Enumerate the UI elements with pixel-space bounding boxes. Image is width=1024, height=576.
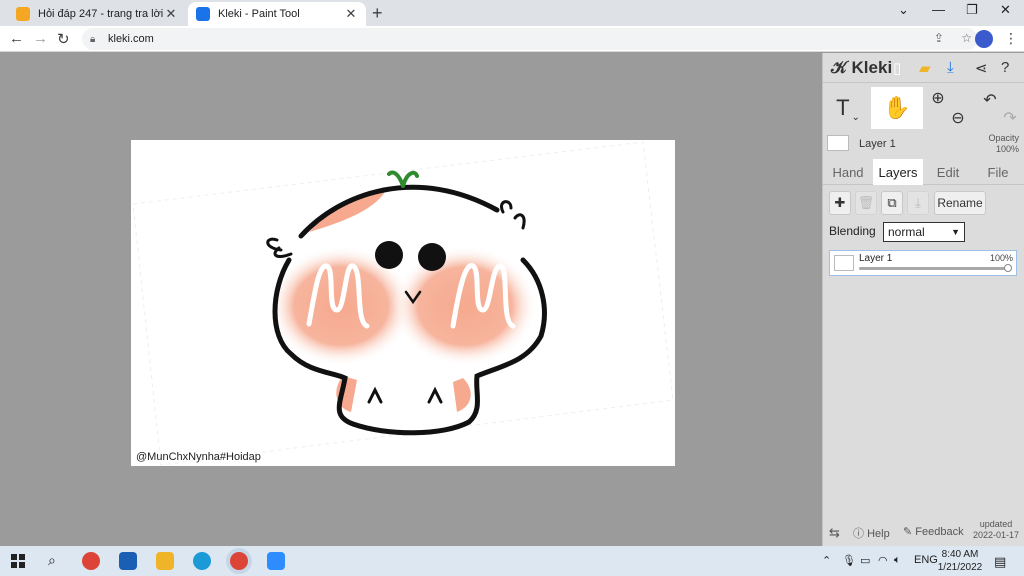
tab-search-chevron-icon[interactable]: ⌄ <box>898 2 909 18</box>
close-tab-icon[interactable]: ✕ <box>344 6 358 22</box>
merge-down-button[interactable]: ⤓ <box>907 191 929 215</box>
store-icon[interactable] <box>119 552 137 570</box>
updated-info: updated 2022-01-17 <box>973 519 1020 540</box>
notifications-icon[interactable]: ▤ <box>994 554 1006 570</box>
feedback-icon: ✎ <box>903 526 913 538</box>
wifi-icon[interactable]: ◠ <box>878 554 888 567</box>
layer-list-item[interactable]: Layer 1 100% <box>829 250 1017 276</box>
close-tab-icon[interactable]: ✕ <box>164 6 178 22</box>
new-tab-button[interactable]: + <box>372 3 383 24</box>
tool-row: T ⌄ ✋ ⊕ ⊖ ↶ ↷ <box>823 87 1024 129</box>
restore-icon[interactable]: ❐ <box>966 2 978 18</box>
kleki-panel: 𝒦 Kleki ▯ ▰ ⤓ ⋖ ? T ⌄ ✋ ⊕ ⊖ ↶ ↷ Layer 1 O… <box>822 53 1024 546</box>
file-explorer-icon[interactable] <box>156 552 174 570</box>
profile-avatar[interactable] <box>975 30 993 48</box>
share-icon[interactable]: ⇪ <box>934 31 944 45</box>
kleki-logo: 𝒦 Kleki <box>831 58 892 78</box>
blending-label: Blending <box>829 224 876 238</box>
help-icon[interactable]: ? <box>1001 59 1009 76</box>
open-folder-icon[interactable]: ▰ <box>919 59 931 77</box>
text-tool-icon[interactable]: T ⌄ <box>825 87 871 129</box>
blending-value: normal <box>888 225 925 239</box>
tab-title: Kleki - Paint Tool <box>218 8 300 20</box>
brand-name: Kleki <box>851 58 893 77</box>
undo-icon[interactable]: ↶ <box>979 79 1001 121</box>
share-icon[interactable]: ⋖ <box>975 59 988 77</box>
zoom-app-icon[interactable] <box>267 552 285 570</box>
layer-opacity-slider[interactable] <box>859 267 1008 270</box>
url-text: kleki.com <box>108 33 154 45</box>
microphone-icon[interactable]: 🎙︎ <box>842 554 856 567</box>
zoom-in-icon[interactable]: ⊕ <box>927 77 949 119</box>
browser-menu-icon[interactable]: ⋮ <box>1004 30 1018 47</box>
help-circle-icon: ⓘ <box>853 528 864 540</box>
hand-tool-icon[interactable]: ✋ <box>871 87 923 129</box>
clock[interactable]: 8:40 AM 1/21/2022 <box>932 548 988 574</box>
lock-icon: 🔒︎ <box>90 33 96 45</box>
duplicate-layer-button[interactable]: ⧉ <box>881 191 903 215</box>
opacity-label: Opacity <box>988 133 1019 143</box>
download-icon[interactable]: ⤓ <box>947 59 954 76</box>
opacity-value: 100% <box>995 144 1019 154</box>
tab-edit[interactable]: Edit <box>923 159 973 185</box>
drawing-artwork <box>132 141 674 466</box>
edge-icon[interactable] <box>193 552 211 570</box>
new-image-icon[interactable]: ▯ <box>893 59 901 77</box>
layer-thumbnail <box>834 255 854 271</box>
tray-chevron-icon[interactable]: ⌃ <box>822 554 831 567</box>
current-layer-info: Layer 1 Opacity 100% <box>823 131 1024 157</box>
chevron-down-icon: ▼ <box>951 227 960 237</box>
volume-icon[interactable]: 🔈︎ <box>894 554 901 567</box>
clock-time: 8:40 AM <box>941 549 979 560</box>
hoidap-favicon-icon <box>16 7 30 21</box>
battery-icon[interactable]: ▭ <box>860 554 870 567</box>
browser-toolbar: ← → ↻ 🔒︎ kleki.com ⇪ ☆ ⋮ <box>0 26 1024 52</box>
kleki-logo-icon: 𝒦 <box>831 58 847 77</box>
add-layer-button[interactable]: ✚ <box>829 191 851 215</box>
watermark-text: @MunChxNynha#Hoidap <box>136 451 261 463</box>
chrome-active-icon[interactable] <box>230 552 248 570</box>
tab-layers[interactable]: Layers <box>873 159 923 185</box>
rename-button[interactable]: Rename <box>934 191 986 215</box>
bookmark-star-icon[interactable]: ☆ <box>961 31 972 45</box>
forward-icon[interactable]: → <box>33 30 48 47</box>
drawing-canvas[interactable]: @MunChxNynha#Hoidap <box>131 140 675 466</box>
tab-file[interactable]: File <box>973 159 1023 185</box>
layer-name: Layer 1 <box>859 253 893 264</box>
tab-hand[interactable]: Hand <box>823 159 873 185</box>
blending-select[interactable]: normal ▼ <box>883 222 965 242</box>
tab-hoidap[interactable]: Hỏi đáp 247 - trang tra lời ✕ <box>8 2 186 26</box>
panel-footer: ⇆ ⓘ Help ✎ Feedback updated 2022-01-17 <box>823 519 1024 545</box>
kleki-favicon-icon <box>196 7 210 21</box>
close-window-icon[interactable]: ✕ <box>1000 2 1011 18</box>
swap-icon[interactable]: ⇆ <box>829 525 840 541</box>
tab-title: Hỏi đáp 247 - trang tra lời <box>38 8 164 20</box>
clock-date: 1/21/2022 <box>937 562 983 573</box>
windows-start-icon[interactable] <box>11 554 25 568</box>
chrome-icon[interactable] <box>82 552 100 570</box>
address-bar[interactable]: 🔒︎ kleki.com ⇪ ☆ <box>82 28 978 50</box>
layer-opacity-handle[interactable] <box>1004 264 1012 272</box>
layer-opacity-text: 100% <box>989 253 1013 263</box>
reload-icon[interactable]: ↻ <box>57 30 70 48</box>
tab-strip: Hỏi đáp 247 - trang tra lời ✕ Kleki - Pa… <box>0 0 1024 26</box>
canvas-workspace[interactable]: @MunChxNynha#Hoidap <box>0 53 822 546</box>
blending-row: Blending normal ▼ <box>829 222 965 244</box>
delete-layer-button[interactable]: 🗑︎ <box>855 191 877 215</box>
help-link[interactable]: ⓘ Help <box>853 525 890 541</box>
layer-thumbnail <box>827 135 849 151</box>
back-icon[interactable]: ← <box>9 30 24 47</box>
current-layer-name: Layer 1 <box>859 138 896 150</box>
taskbar: ⌕ ⌃ 🎙︎ ▭ ◠ 🔈︎ ENG 8:40 AM 1/21/2022 ▤ <box>0 546 1024 576</box>
tab-kleki[interactable]: Kleki - Paint Tool ✕ <box>188 2 366 26</box>
panel-tabs: Hand Layers Edit File <box>823 159 1024 185</box>
search-icon[interactable]: ⌕ <box>48 552 56 569</box>
feedback-link[interactable]: ✎ Feedback <box>903 525 964 538</box>
minimize-icon[interactable]: — <box>932 2 945 17</box>
